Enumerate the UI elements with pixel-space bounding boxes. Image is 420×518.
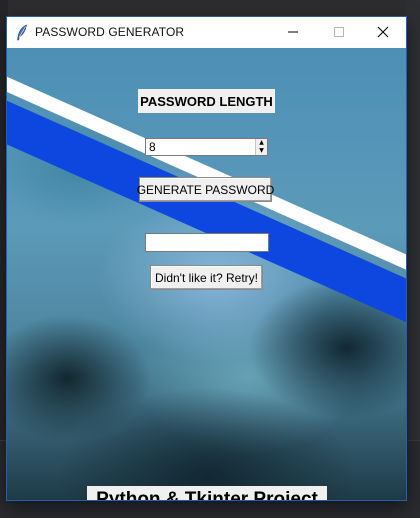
- project-footer-label: Python & Tkinter Project: [87, 486, 327, 500]
- password-output-field[interactable]: [145, 233, 269, 252]
- password-length-spinbox[interactable]: 8 ▲ ▼: [145, 138, 268, 156]
- spin-up-arrow-icon[interactable]: ▲: [256, 139, 267, 147]
- minimize-button[interactable]: [270, 17, 316, 48]
- window-title: PASSWORD GENERATOR: [35, 25, 185, 39]
- maximize-icon: [333, 23, 345, 42]
- password-length-value[interactable]: 8: [149, 140, 156, 154]
- generate-password-button[interactable]: GENERATE PASSWORD: [137, 177, 274, 202]
- spinbox-arrows: ▲ ▼: [255, 139, 267, 155]
- feather-icon: [15, 24, 29, 41]
- client-area: PASSWORD LENGTH 8 ▲ ▼ GENERATE PASSWORD …: [7, 48, 406, 500]
- close-button[interactable]: [360, 17, 406, 48]
- password-length-label: PASSWORD LENGTH: [138, 89, 275, 113]
- spin-down-arrow-icon[interactable]: ▼: [256, 147, 267, 155]
- retry-button[interactable]: Didn't like it? Retry!: [150, 265, 263, 290]
- close-icon: [377, 23, 389, 42]
- maximize-button[interactable]: [316, 17, 362, 48]
- app-window: PASSWORD GENERATOR PASSWORD LENGTH 8 ▲ ▼…: [7, 17, 406, 500]
- minimize-icon: [287, 23, 299, 42]
- title-bar[interactable]: PASSWORD GENERATOR: [7, 17, 406, 48]
